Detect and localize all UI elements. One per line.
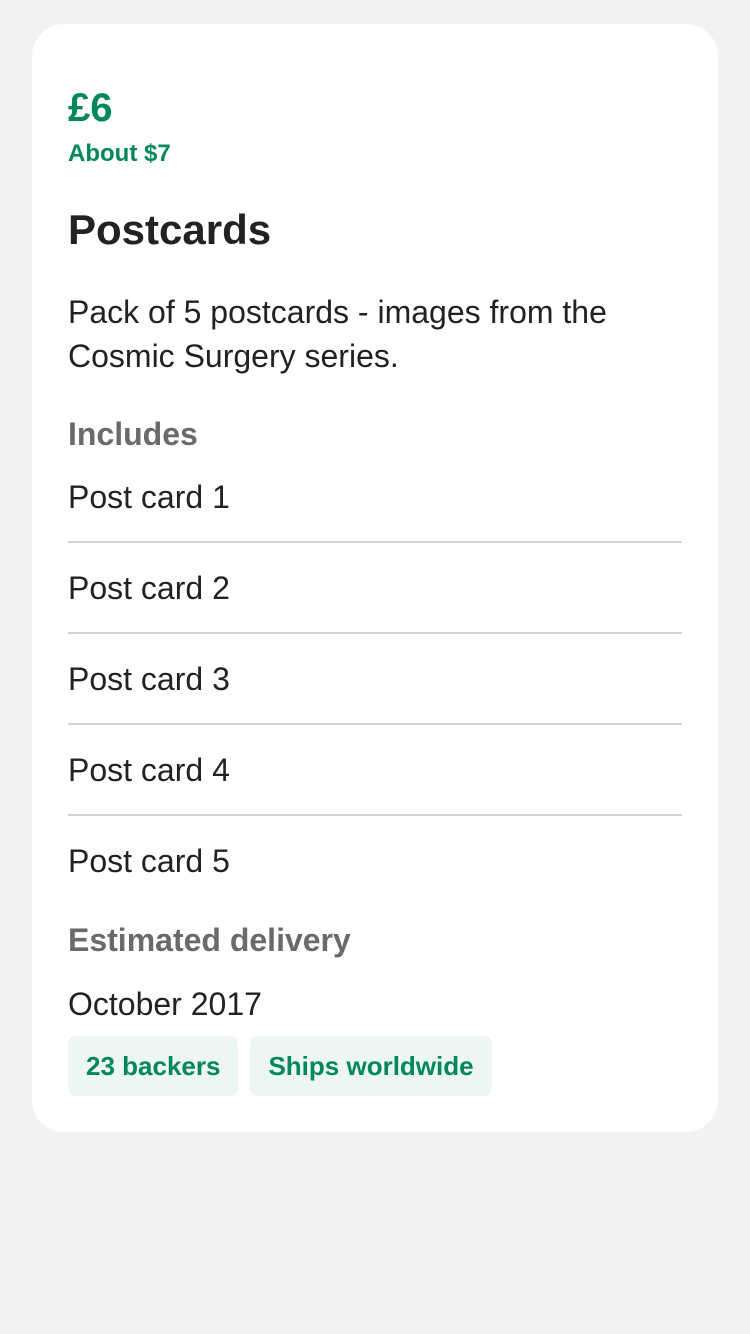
list-item: Post card 3 — [68, 634, 682, 725]
list-item: Post card 4 — [68, 725, 682, 816]
reward-title: Postcards — [68, 206, 272, 253]
converted-price: About $7 — [68, 140, 171, 167]
badge-row: 23 backers Ships worldwide — [68, 1036, 492, 1096]
estimated-delivery-label: Estimated delivery — [68, 922, 351, 958]
list-item: Post card 5 — [68, 843, 230, 879]
backers-badge: 23 backers — [68, 1036, 239, 1096]
estimated-delivery-value: October 2017 — [68, 986, 262, 1022]
reward-price: £6 — [68, 86, 113, 130]
ships-worldwide-badge: Ships worldwide — [250, 1036, 492, 1096]
list-item: Post card 1 — [68, 452, 682, 543]
reward-card[interactable]: £6 About $7 Postcards Pack of 5 postcard… — [32, 24, 718, 1132]
includes-label: Includes — [68, 416, 198, 452]
list-item: Post card 2 — [68, 543, 682, 634]
reward-description: Pack of 5 postcards - images from the Co… — [68, 294, 607, 374]
includes-list: Post card 1 Post card 2 Post card 3 Post… — [68, 452, 682, 907]
